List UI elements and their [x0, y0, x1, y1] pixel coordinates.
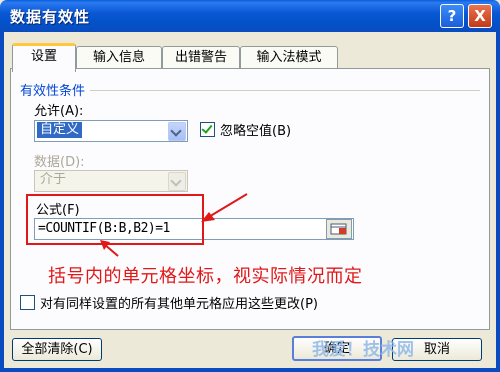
data-select[interactable]: 介于 — [34, 170, 188, 192]
data-selected-value: 介于 — [40, 172, 67, 187]
data-label: 数据(D): — [34, 155, 85, 170]
window-border-right — [496, 32, 500, 372]
window-border-bottom — [0, 368, 500, 372]
dialog-title: 数据有效性 — [10, 8, 91, 26]
tab-ime-mode[interactable]: 输入法模式 — [240, 46, 338, 69]
tab-settings-label: 设置 — [30, 49, 57, 64]
watermark-text: 我爱！技术网 — [312, 340, 414, 360]
allow-selected-value: 自定义 — [37, 122, 83, 138]
ignore-blank-checkbox[interactable] — [200, 122, 215, 137]
close-icon: X — [474, 7, 486, 25]
title-bar[interactable]: 数据有效性 ? X — [0, 0, 500, 32]
window-border-left — [0, 32, 4, 372]
apply-all-checkbox[interactable] — [20, 295, 35, 310]
allow-dropdown-button[interactable] — [168, 122, 186, 141]
allow-select[interactable]: 自定义 — [34, 120, 188, 142]
group-divider — [90, 90, 480, 91]
annotation-text: 括号内的单元格坐标，视实际情况而定 — [48, 266, 363, 287]
help-button[interactable]: ? — [440, 4, 464, 28]
annotation-arrow-icon — [201, 193, 248, 222]
help-icon: ? — [447, 7, 457, 25]
chevron-down-icon — [170, 125, 182, 137]
annotation-arrow-icon — [100, 240, 119, 257]
clear-all-label: 全部清除(C) — [21, 342, 93, 357]
tab-ime-mode-label: 输入法模式 — [256, 50, 322, 65]
tab-input-message-label: 输入信息 — [92, 50, 145, 65]
data-validation-dialog: 数据有效性 ? X 设置 输入信息 出错警告 输入法模式 有效性条件 允许(A)… — [0, 0, 500, 372]
validation-criteria-header: 有效性条件 — [20, 84, 86, 99]
range-select-button[interactable] — [326, 219, 352, 239]
tab-error-alert-label: 出错警告 — [174, 50, 227, 65]
allow-label: 允许(A): — [34, 104, 84, 119]
chevron-down-icon — [170, 175, 182, 187]
apply-all-label: 对有同样设置的所有其他单元格应用这些更改(P) — [40, 297, 318, 312]
watermark: 我爱！技术网 — [312, 335, 492, 365]
data-dropdown-button[interactable] — [168, 172, 186, 191]
tab-settings[interactable]: 设置 — [12, 43, 76, 72]
range-picker-icon — [330, 223, 347, 235]
clear-all-button[interactable]: 全部清除(C) — [12, 338, 102, 361]
tab-input-message[interactable]: 输入信息 — [76, 46, 162, 69]
tab-error-alert[interactable]: 出错警告 — [162, 46, 240, 69]
close-button[interactable]: X — [468, 4, 492, 28]
ignore-blank-label: 忽略空值(B) — [220, 124, 292, 139]
